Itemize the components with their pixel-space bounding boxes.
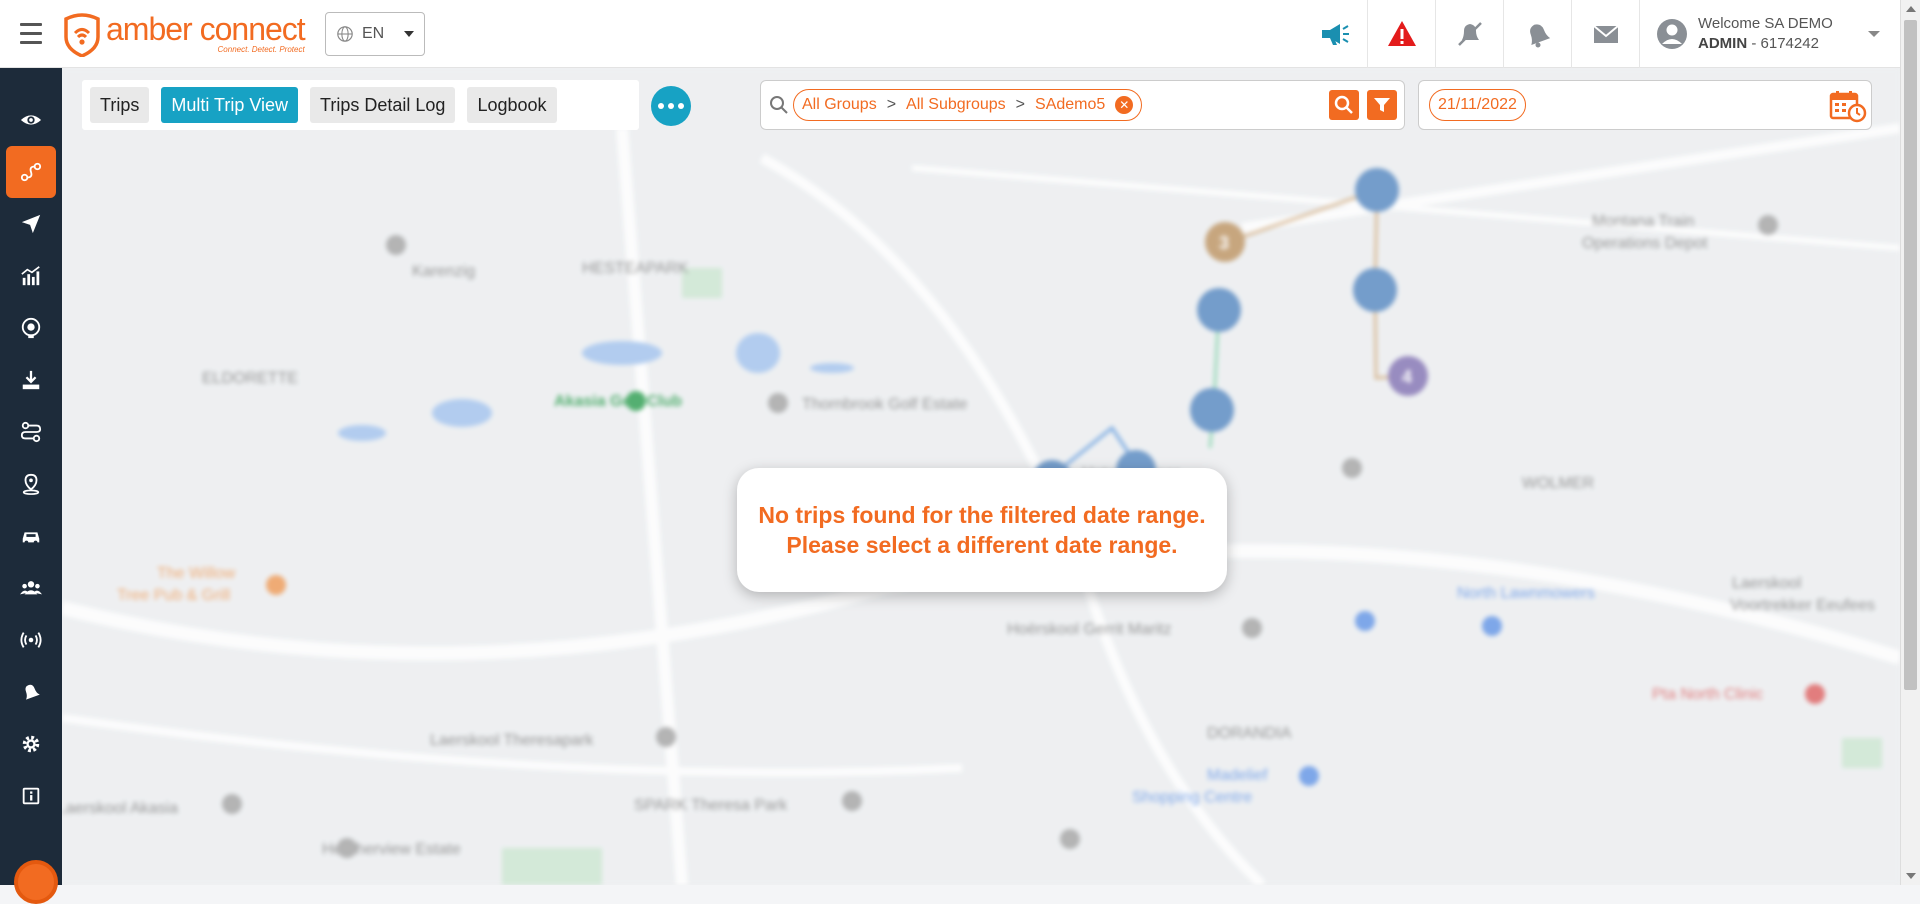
svg-text:Shopping Centre: Shopping Centre <box>1132 789 1252 806</box>
group-filter-chip[interactable]: All Groups > All Subgroups > SAdemo5 ✕ <box>793 89 1143 121</box>
top-header: amber connect Connect. Detect. Protect E… <box>0 0 1900 68</box>
info-icon[interactable] <box>0 770 62 822</box>
svg-text:Karenzig: Karenzig <box>412 263 475 280</box>
svg-text:The Willow: The Willow <box>157 565 236 582</box>
svg-text:Laerskool: Laerskool <box>1732 575 1801 592</box>
sidebar <box>0 68 62 885</box>
svg-text:4: 4 <box>1402 367 1412 387</box>
security-icon[interactable] <box>0 302 62 354</box>
filter-button[interactable] <box>1367 90 1397 120</box>
svg-text:Pta North Clinic: Pta North Clinic <box>1652 686 1763 703</box>
svg-text:North Lawnmowers: North Lawnmowers <box>1457 585 1595 602</box>
routes-icon[interactable] <box>0 406 62 458</box>
more-options-button[interactable] <box>651 86 691 126</box>
svg-text:HESTEAPARK: HESTEAPARK <box>582 260 689 277</box>
navigation-icon[interactable] <box>0 198 62 250</box>
avatar-icon <box>1657 18 1687 49</box>
svg-text:Voortrekker Eeufees: Voortrekker Eeufees <box>1730 597 1875 614</box>
date-filter[interactable]: 21/11/2022 <box>1418 80 1872 130</box>
tab-trips[interactable]: Trips <box>90 87 150 123</box>
language-value: EN <box>362 24 385 42</box>
mute-notifications-icon[interactable] <box>1436 0 1504 68</box>
logo-tagline: Connect. Detect. Protect <box>217 45 305 54</box>
trips-icon[interactable] <box>6 146 56 198</box>
notifications-icon[interactable] <box>1504 0 1572 68</box>
vertical-scrollbar[interactable] <box>1900 0 1920 885</box>
tab-multi-trip-view[interactable]: Multi Trip View <box>161 87 299 123</box>
chat-support-button[interactable] <box>14 860 58 904</box>
svg-text:Montana Train: Montana Train <box>1592 213 1694 230</box>
no-trips-message: No trips found for the filtered date ran… <box>737 468 1227 592</box>
globe-icon <box>337 25 353 42</box>
chevron-down-icon <box>404 30 414 37</box>
svg-text:Tree Pub & Grill: Tree Pub & Grill <box>117 587 230 604</box>
svg-text:WOLMER: WOLMER <box>1522 475 1594 492</box>
alert-icon[interactable] <box>1368 0 1436 68</box>
filter-icon <box>1374 98 1390 112</box>
chevron-down-icon[interactable] <box>1868 30 1880 37</box>
svg-text:Madelief: Madelief <box>1207 767 1268 784</box>
scroll-down-icon[interactable] <box>1906 873 1916 879</box>
scroll-up-icon[interactable] <box>1906 6 1916 12</box>
trip-view-tabs: Trips Multi Trip View Trips Detail Log L… <box>82 80 639 130</box>
user-role: ADMIN <box>1698 34 1748 52</box>
svg-text:ELDORETTE: ELDORETTE <box>202 370 298 387</box>
filter-subgroup[interactable]: All Subgroups <box>906 96 1006 114</box>
settings-icon[interactable] <box>0 718 62 770</box>
search-button[interactable] <box>1329 90 1359 120</box>
filter-device[interactable]: SAdemo5 <box>1035 96 1105 114</box>
user-id: 6174242 <box>1760 34 1819 52</box>
message-line-1: No trips found for the filtered date ran… <box>758 502 1206 528</box>
language-select[interactable]: EN <box>325 11 425 56</box>
welcome-text: Welcome SA DEMO <box>1698 14 1833 32</box>
logo-name: amber connect <box>106 11 306 47</box>
svg-text:SPARK Theresa Park: SPARK Theresa Park <box>634 797 788 814</box>
scroll-thumb[interactable] <box>1904 20 1917 690</box>
svg-text:Akasia Golf Club: Akasia Golf Club <box>554 393 682 410</box>
filter-group[interactable]: All Groups <box>802 96 877 114</box>
announcement-icon[interactable] <box>1300 0 1368 68</box>
users-icon[interactable] <box>0 562 62 614</box>
svg-text:Laerskool Theresapark: Laerskool Theresapark <box>430 732 594 749</box>
mail-icon[interactable] <box>1572 0 1640 68</box>
svg-text:Operations Depot: Operations Depot <box>1582 235 1708 252</box>
logo[interactable]: amber connect Connect. Detect. Protect <box>62 0 312 68</box>
date-value[interactable]: 21/11/2022 <box>1429 89 1526 121</box>
tab-trips-detail-log[interactable]: Trips Detail Log <box>310 87 456 123</box>
tab-logbook[interactable]: Logbook <box>467 87 557 123</box>
clear-filter-icon[interactable]: ✕ <box>1115 96 1134 114</box>
search-icon <box>770 96 788 114</box>
calendar-clock-icon[interactable] <box>1829 89 1867 123</box>
message-line-2: Please select a different date range. <box>786 532 1178 558</box>
vehicle-icon[interactable] <box>0 510 62 562</box>
svg-text:Hoërskool Gerrit Maritz: Hoërskool Gerrit Maritz <box>1007 621 1171 638</box>
svg-text:3: 3 <box>1219 233 1229 253</box>
svg-text:Thornbrook Golf Estate: Thornbrook Golf Estate <box>802 396 968 413</box>
svg-text:Laerskool Akasia: Laerskool Akasia <box>62 800 178 817</box>
user-menu[interactable]: Welcome SA DEMO ADMIN - 6174242 <box>1640 0 1900 68</box>
amber-connect-logo-icon <box>64 12 100 57</box>
location-pin-icon[interactable] <box>0 458 62 510</box>
download-icon[interactable] <box>0 354 62 406</box>
eye-icon[interactable] <box>0 94 62 146</box>
svg-text:DORANDIA: DORANDIA <box>1207 725 1292 742</box>
broadcast-icon[interactable] <box>0 614 62 666</box>
search-icon <box>1334 95 1353 114</box>
notification-bell-icon[interactable] <box>0 666 62 718</box>
menu-icon[interactable] <box>0 0 62 68</box>
group-filter-bar: All Groups > All Subgroups > SAdemo5 ✕ <box>760 80 1405 130</box>
reports-chart-icon[interactable] <box>0 250 62 302</box>
